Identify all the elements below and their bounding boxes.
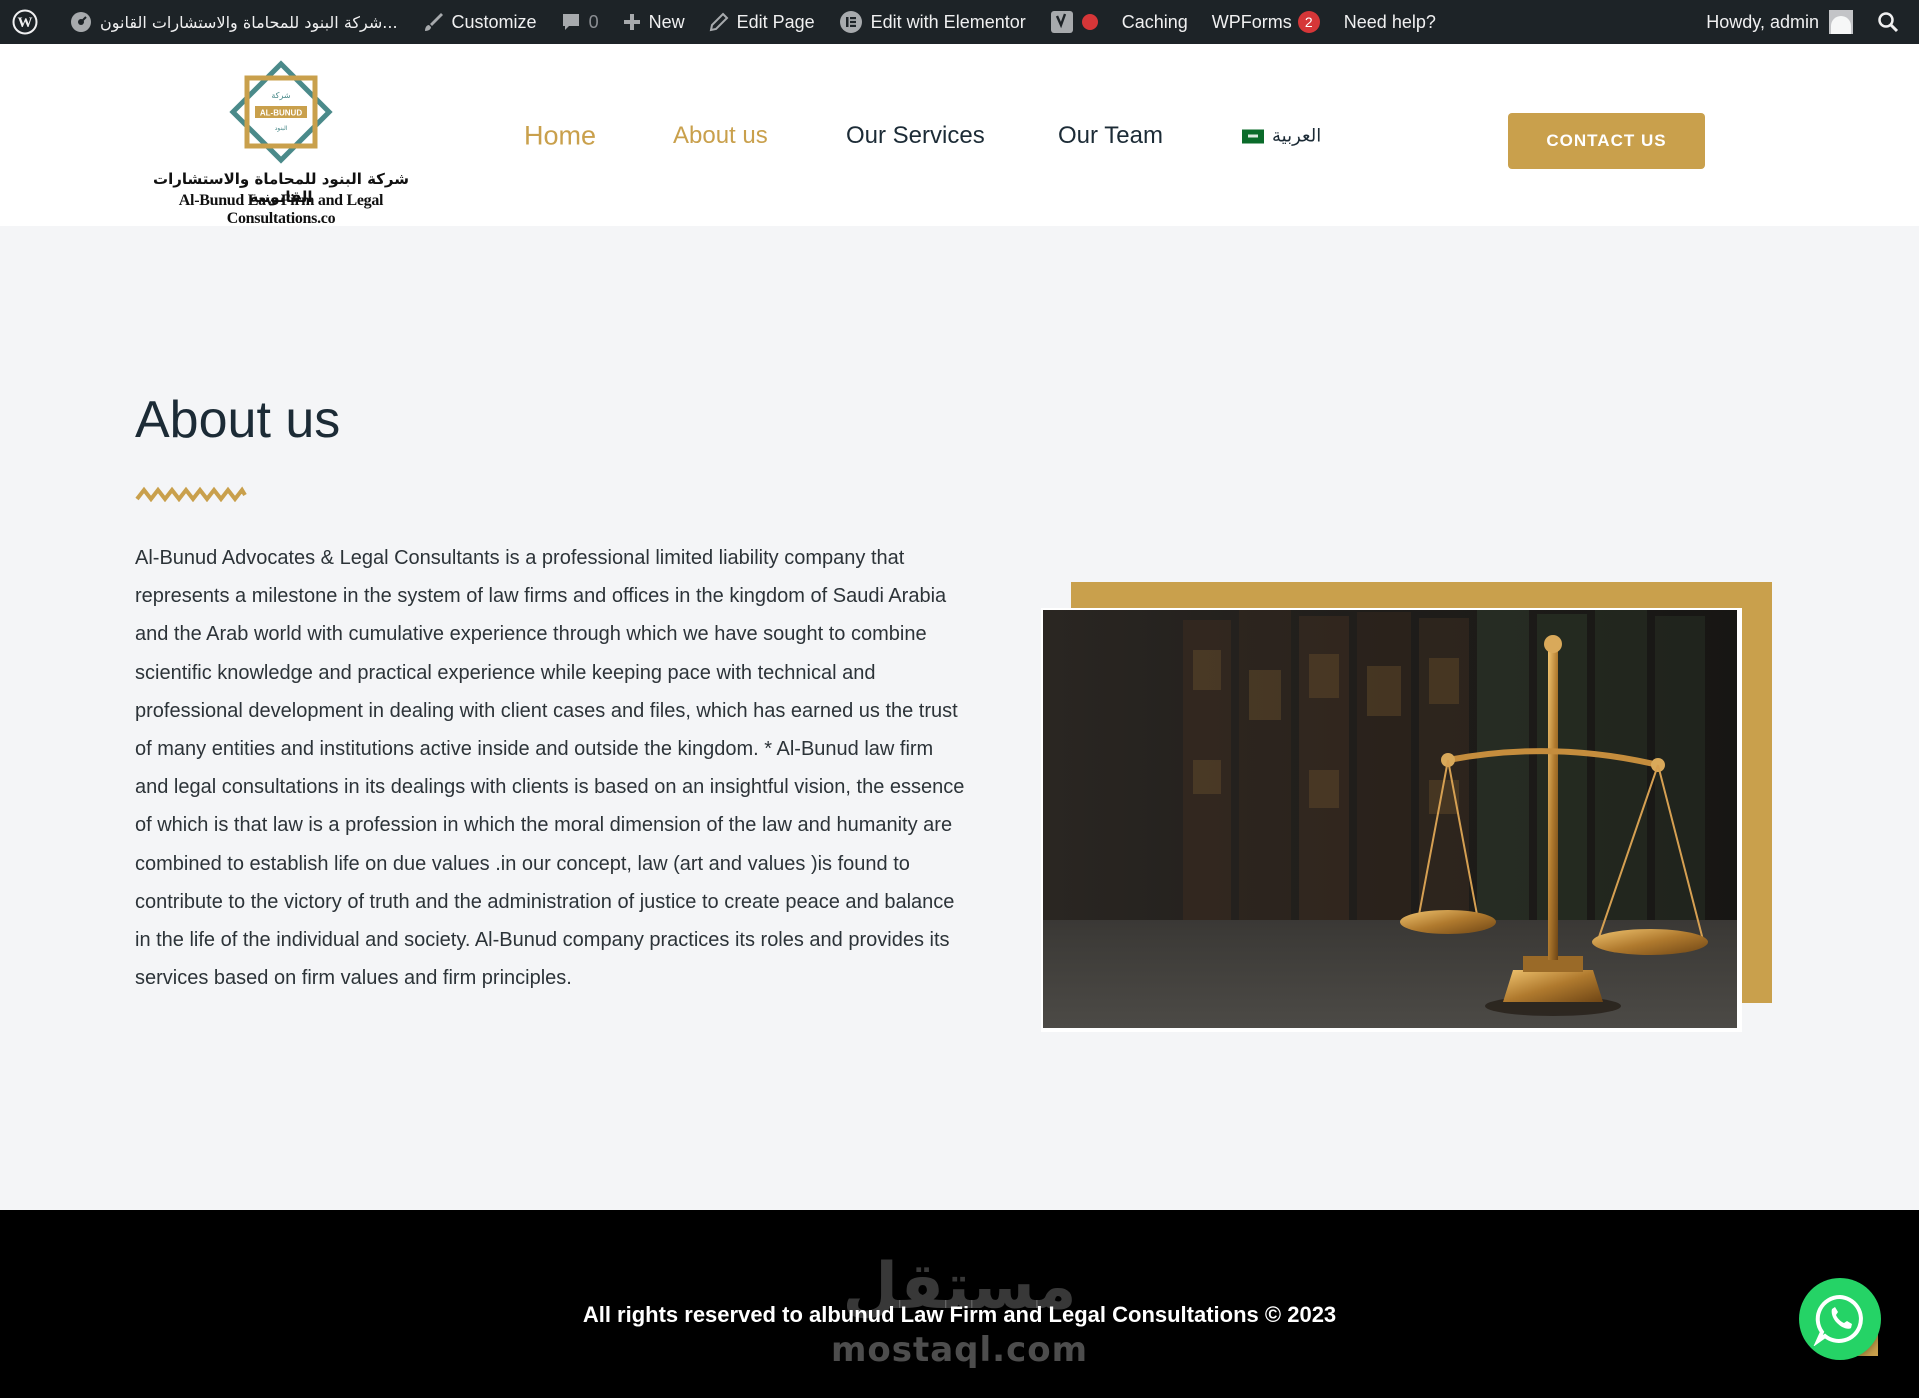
admin-bar-site-name[interactable]: شركة البنود للمحاماة والاستشارات القانون… (58, 0, 410, 44)
whatsapp-icon (1813, 1294, 1863, 1346)
wpforms-badge: 2 (1297, 11, 1320, 33)
comment-icon (562, 14, 579, 30)
zigzag-divider-icon (135, 486, 247, 502)
nav-our-services[interactable]: Our Services (846, 122, 985, 150)
avatar (1829, 10, 1853, 34)
elementor-icon (839, 11, 862, 33)
need-help-label: Need help? (1343, 11, 1436, 32)
customize-link[interactable]: Customize (410, 0, 549, 44)
scales-of-justice-image (1043, 610, 1737, 1028)
howdy-label: Howdy, admin (1706, 11, 1819, 32)
new-label: New (648, 11, 685, 32)
search-icon (1878, 12, 1899, 33)
seo-status-dot-icon (1081, 14, 1098, 30)
edit-elementor-link[interactable]: Edit with Elementor (827, 0, 1038, 44)
nav-our-team[interactable]: Our Team (1058, 122, 1163, 150)
caching-label: Caching (1121, 11, 1188, 32)
site-footer: مستقل All rights reserved to albunud Law… (0, 1210, 1919, 1398)
nav-home[interactable]: Home (524, 121, 596, 152)
contact-us-button[interactable]: CONTACT US (1508, 113, 1705, 169)
page-title: About us (135, 391, 341, 449)
dashboard-icon (71, 12, 91, 32)
admin-search-button[interactable] (1865, 0, 1919, 44)
nav-about-us[interactable]: About us (673, 122, 768, 150)
comments-link[interactable]: 0 (549, 0, 611, 44)
nav-language-switcher[interactable]: العربية (1242, 126, 1321, 147)
logo-english-name: Al-Bunud Law Firm and Legal Consultation… (178, 192, 384, 227)
svg-text:شركة: شركة (271, 91, 291, 100)
wpforms-menu[interactable]: WPForms 2 (1200, 0, 1332, 44)
edit-elementor-label: Edit with Elementor (870, 11, 1026, 32)
comments-count: 0 (588, 11, 599, 32)
about-body-text: Al-Bunud Advocates & Legal Consultants i… (135, 547, 965, 990)
svg-text:AL-BUNUD: AL-BUNUD (260, 109, 302, 118)
svg-text:W: W (18, 15, 33, 31)
new-content-link[interactable]: New (611, 0, 697, 44)
yoast-seo-menu[interactable] (1038, 0, 1110, 44)
svg-text:البنود: البنود (275, 125, 288, 132)
edit-page-link[interactable]: Edit Page (697, 0, 827, 44)
customize-label: Customize (451, 11, 537, 32)
pencil-icon (709, 12, 729, 32)
al-bunud-logo-emblem-icon: AL-BUNUD شركة البنود (229, 60, 333, 164)
plus-icon (623, 14, 640, 30)
need-help-link[interactable]: Need help? (1332, 0, 1448, 44)
brush-icon (424, 13, 443, 31)
language-label: العربية (1272, 125, 1322, 147)
wordpress-logo-icon[interactable]: W (0, 0, 58, 44)
site-logo[interactable]: AL-BUNUD شركة البنود شركة البنود للمحاما… (146, 56, 416, 227)
site-header: AL-BUNUD شركة البنود شركة البنود للمحاما… (0, 44, 1919, 227)
watermark-latin: mostaql.com (830, 1330, 1089, 1370)
saudi-flag-icon (1242, 129, 1264, 143)
site-name-label: شركة البنود للمحاماة والاستشارات القانون… (100, 12, 398, 32)
yoast-icon (1050, 11, 1073, 33)
wpforms-label: WPForms (1211, 11, 1292, 32)
edit-page-label: Edit Page (736, 11, 815, 32)
whatsapp-chat-button[interactable] (1799, 1278, 1881, 1360)
caching-menu[interactable]: Caching (1110, 0, 1200, 44)
footer-copyright: All rights reserved to albunud Law Firm … (582, 1302, 1337, 1327)
account-menu[interactable]: Howdy, admin (1694, 0, 1865, 44)
admin-bar: W شركة البنود للمحاماة والاستشارات القان… (0, 0, 1919, 44)
